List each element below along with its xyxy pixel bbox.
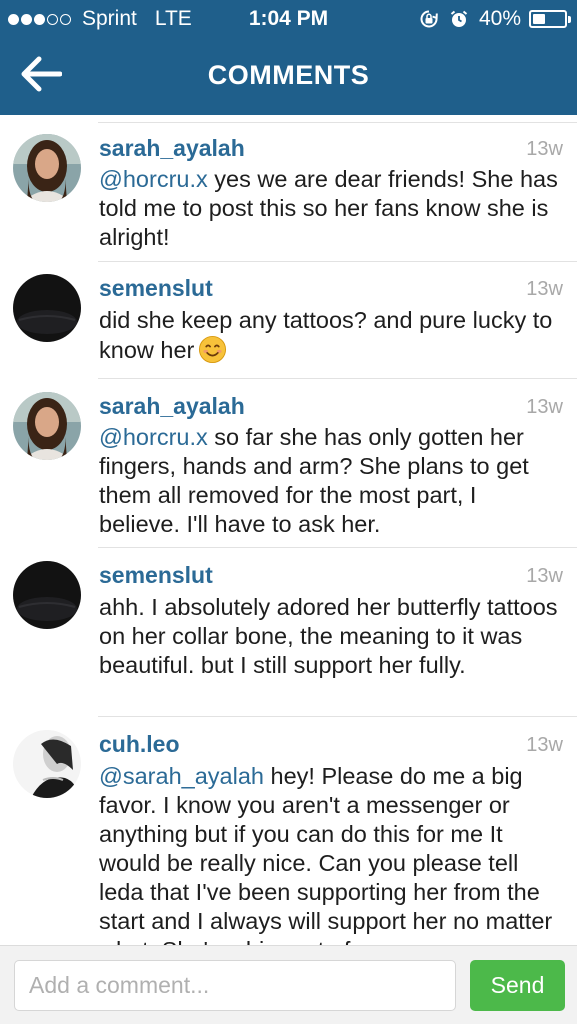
comment-body: ahh. I absolutely adored her butterfly t…	[99, 594, 558, 678]
comment-composer: Send	[0, 945, 577, 1024]
avatar-photo	[13, 274, 81, 342]
comment-text: @horcru.x so far she has only gotten her…	[99, 423, 561, 539]
battery-tip	[568, 16, 571, 23]
rotation-lock-icon	[420, 10, 438, 28]
comment-time: 13w	[526, 278, 563, 300]
comment-text: ahh. I absolutely adored her butterfly t…	[99, 593, 561, 680]
divider	[98, 547, 577, 548]
comment-body: hey! Please do me a big favor. I know yo…	[99, 763, 553, 945]
avatar[interactable]	[13, 561, 81, 629]
comment-time: 13w	[526, 396, 563, 418]
comment-text: did she keep any tattoos? and pure lucky…	[99, 306, 561, 365]
comment-mention[interactable]: @sarah_ayalah	[99, 763, 264, 789]
avatar[interactable]	[13, 274, 81, 342]
comments-list[interactable]: sarah_ayalah 13w @horcru.x yes we are de…	[0, 115, 577, 945]
comment-text: @sarah_ayalah hey! Please do me a big fa…	[99, 762, 561, 945]
navbar: COMMENTS	[0, 38, 577, 115]
avatar[interactable]	[13, 730, 81, 798]
battery-level	[533, 14, 545, 24]
divider	[98, 261, 577, 262]
comment-mention[interactable]: @horcru.x	[99, 166, 208, 192]
comment-time: 13w	[526, 734, 563, 756]
smiling-face-emoji-icon	[199, 335, 227, 364]
avatar-photo	[13, 392, 81, 460]
avatar-photo	[13, 134, 81, 202]
comment-mention[interactable]: @horcru.x	[99, 424, 208, 450]
avatar[interactable]	[13, 134, 81, 202]
divider	[98, 716, 577, 717]
comment-username[interactable]: semenslut	[99, 275, 213, 302]
divider	[98, 378, 577, 379]
battery-percent: 40%	[478, 7, 521, 30]
alarm-icon	[450, 10, 468, 27]
comment-username[interactable]: sarah_ayalah	[99, 135, 245, 162]
comment-username[interactable]: cuh.leo	[99, 731, 180, 758]
comment-time: 13w	[526, 565, 563, 587]
status-right: 40%	[419, 7, 571, 31]
send-button[interactable]: Send	[470, 960, 565, 1011]
comment-body: did she keep any tattoos? and pure lucky…	[99, 307, 553, 363]
battery-icon	[529, 10, 571, 28]
comment-username[interactable]: sarah_ayalah	[99, 393, 245, 420]
divider	[98, 122, 577, 123]
avatar[interactable]	[13, 392, 81, 460]
avatar-photo	[13, 561, 81, 629]
page-title: COMMENTS	[207, 60, 370, 90]
comment-time: 13w	[526, 138, 563, 160]
header: Sprint LTE 1:04 PM 40% COMMENTS	[0, 0, 577, 115]
comment-text: @horcru.x yes we are dear friends! She h…	[99, 165, 561, 252]
avatar-photo	[13, 730, 81, 798]
status-bar: Sprint LTE 1:04 PM 40%	[0, 0, 577, 38]
comment-input[interactable]	[14, 960, 456, 1011]
comment-username[interactable]: semenslut	[99, 562, 213, 589]
